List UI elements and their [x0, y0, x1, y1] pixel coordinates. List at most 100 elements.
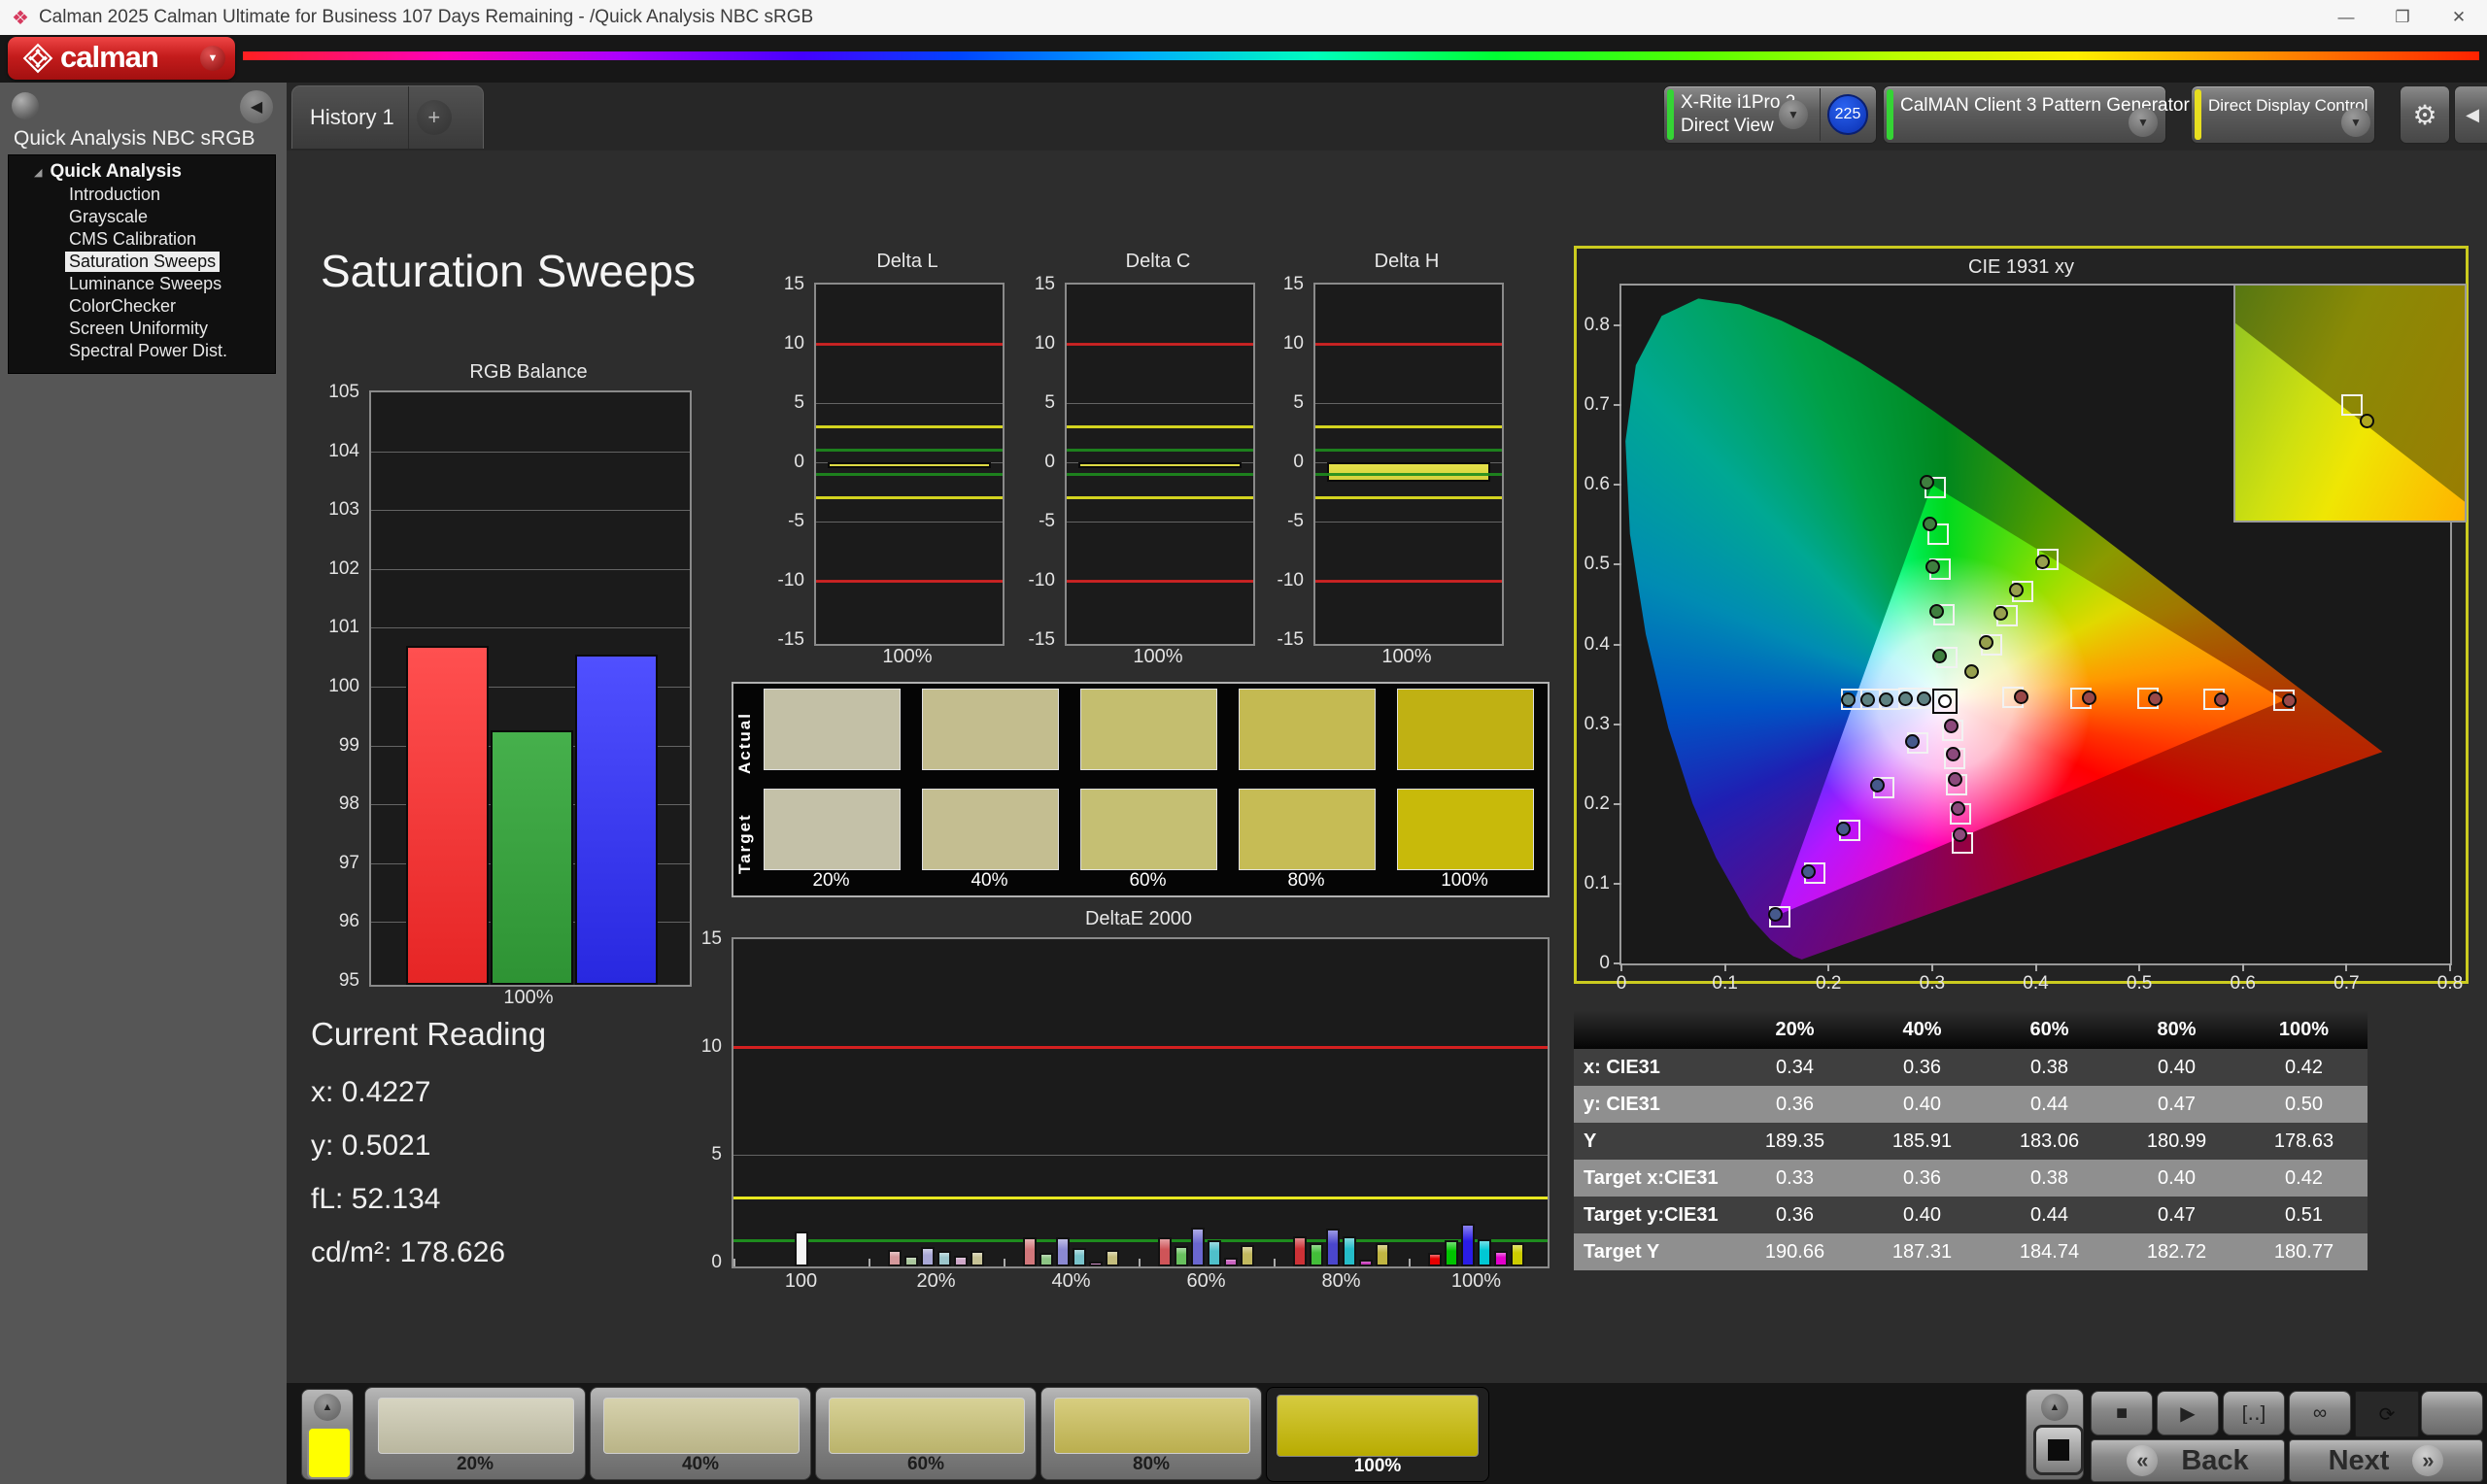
cie-measured-cyan	[1841, 691, 1856, 707]
refresh-button[interactable]: ⟳	[2355, 1391, 2419, 1437]
loop-button[interactable]: ∞	[2289, 1391, 2351, 1435]
sidebar-item-spectral-power-dist-[interactable]: Spectral Power Dist.	[9, 340, 275, 362]
delta_c-ytick-label: 15	[1034, 274, 1055, 294]
pattern-chip-80%	[1054, 1398, 1250, 1454]
table-value-cell: 184.74	[2019, 1240, 2080, 1263]
settings-gear-button[interactable]: ⚙	[2400, 85, 2450, 144]
cie-plot: 0 0.1 0.2 0.3 0.4 0.5 0.6 0.7 0.8 0 0.1 0.2 0.3 0.4 0.…	[1584, 284, 2467, 994]
deltae-bar	[954, 1256, 968, 1266]
sidebar-item-introduction[interactable]: Introduction	[9, 184, 275, 206]
pattern-button-40%[interactable]: 40%	[590, 1387, 811, 1480]
cie-1931-panel[interactable]: CIE 1931 xy 0 0.1 0.2 0.3 0.4 0.5 0.6 0.7 0.8 0 0.…	[1574, 246, 2469, 994]
add-tab-button[interactable]: +	[416, 100, 452, 135]
table-header-cell	[1574, 1010, 1731, 1049]
deltae-bar	[904, 1255, 918, 1266]
close-button[interactable]: ✕	[2431, 0, 2487, 35]
tab-bar: History 1 + X-Rite i1Pro 2 Direct View ▼…	[287, 83, 2487, 151]
meter-dropdown-icon[interactable]: ▼	[1779, 100, 1808, 129]
delta_h-green-limit-line	[1315, 449, 1502, 453]
cie-ytick-label: 0.6	[1584, 474, 1610, 495]
tree-root-label: Quick Analysis	[50, 161, 182, 182]
table-header-cell: 100%	[2278, 1018, 2330, 1040]
rgb-gridline	[371, 568, 690, 570]
cie-xtick	[1827, 963, 1830, 971]
display-control-status-indicator	[2195, 89, 2201, 140]
tab-history-1[interactable]: History 1 +	[291, 85, 484, 149]
restore-button[interactable]: ❐	[2374, 0, 2431, 35]
table-row: x: CIE31 0.34 0.36 0.38 0.40 0.42	[1574, 1049, 2368, 1086]
tree-expander-icon[interactable]: ◢	[34, 166, 42, 179]
swatch-row-label-actual: Actual	[735, 712, 754, 774]
deltae-bar	[1343, 1235, 1356, 1266]
deltae-bar	[971, 1251, 984, 1266]
delta_l-ytick-label: 15	[783, 274, 804, 294]
sidebar-item-colorchecker[interactable]: ColorChecker	[9, 295, 275, 318]
sidebar-item-saturation-sweeps[interactable]: Saturation Sweeps	[9, 251, 275, 273]
deltae-bar	[1208, 1240, 1221, 1266]
cie-measured-cyan	[1860, 691, 1876, 707]
meter-dropdown[interactable]: X-Rite i1Pro 2 Direct View ▼ 225	[1663, 85, 1877, 144]
pattern-button-60%[interactable]: 60%	[815, 1387, 1037, 1480]
rainbow-gradient-bar	[243, 51, 2479, 60]
current-pattern-swatch[interactable]	[307, 1427, 352, 1479]
collapse-right-panel-button[interactable]: ◀	[2454, 85, 2487, 144]
pattern-window-button[interactable]	[2033, 1425, 2084, 1475]
workflow-tree: ◢ Quick Analysis Introduction Grayscale CMS …	[8, 154, 276, 374]
cie-measured-cyan	[1916, 691, 1931, 706]
play-button[interactable]: ▶	[2157, 1391, 2219, 1435]
deltae-bar	[1310, 1242, 1323, 1266]
back-button[interactable]: « Back	[2091, 1439, 2285, 1482]
deltae-group-80%	[1274, 939, 1409, 1266]
sidebar-item-luminance-sweeps[interactable]: Luminance Sweeps	[9, 273, 275, 295]
loop-icon: ∞	[2312, 1401, 2328, 1424]
tree-root-quick-analysis[interactable]: ◢ Quick Analysis	[9, 160, 275, 184]
sidebar-handle-icon[interactable]	[12, 92, 39, 119]
pattern-generator-dropdown-icon[interactable]: ▼	[2129, 108, 2158, 137]
sidebar-item-grayscale[interactable]: Grayscale	[9, 206, 275, 228]
deltae-bar	[1494, 1251, 1508, 1266]
up-arrow-icon: ▲	[322, 1401, 333, 1413]
table-value-cell: 0.40	[2158, 1166, 2196, 1189]
deltae-bar	[1359, 1260, 1373, 1266]
table-row: y: CIE31 0.36 0.40 0.44 0.47 0.50	[1574, 1086, 2368, 1123]
expand-pattern-tray-button[interactable]: ▲	[314, 1394, 341, 1421]
logo-dropdown-icon[interactable]: ▼	[200, 46, 225, 71]
deltae-ytick-label: 10	[700, 1036, 722, 1057]
sidebar-item-label: Grayscale	[69, 207, 149, 226]
sidebar-item-cms-calibration[interactable]: CMS Calibration	[9, 228, 275, 251]
cie-ytick	[1614, 723, 1621, 725]
sidebar-item-label: Luminance Sweeps	[69, 274, 222, 293]
cie-ytick-label: 0.7	[1584, 394, 1610, 416]
expand-transport-button[interactable]: ▲	[2041, 1394, 2068, 1421]
meter-reading-badge[interactable]: 225	[1827, 94, 1868, 135]
range-button[interactable]: [‥]	[2223, 1391, 2285, 1435]
sidebar-item-screen-uniformity[interactable]: Screen Uniformity	[9, 318, 275, 340]
rgb-ytick-label: 97	[338, 852, 359, 873]
stop-button[interactable]: ■	[2091, 1391, 2153, 1435]
table-value-cell: 0.44	[2030, 1093, 2068, 1115]
table-value-cell: 187.31	[1891, 1240, 1953, 1263]
deltae-bar	[1478, 1239, 1491, 1266]
display-control-dropdown-icon[interactable]: ▼	[2341, 108, 2370, 137]
next-button[interactable]: Next »	[2289, 1439, 2483, 1482]
swatch-column-label: 100%	[1441, 870, 1488, 891]
cie-measured-cyan	[1897, 691, 1913, 706]
pattern-button-20%[interactable]: 20%	[364, 1387, 586, 1480]
delta_h-ytick-label: -5	[1287, 511, 1304, 531]
pattern-button-80%[interactable]: 80%	[1040, 1387, 1262, 1480]
display-control-dropdown[interactable]: Direct Display Control ▼	[2191, 85, 2375, 144]
cie-xtick	[2345, 963, 2348, 971]
minimize-button[interactable]: —	[2318, 0, 2374, 35]
current-reading-cdm2: cd/m²: 178.626	[311, 1236, 506, 1268]
pattern-generator-dropdown[interactable]: CalMAN Client 3 Pattern Generator ▼	[1883, 85, 2190, 144]
pattern-button-100%[interactable]: 100%	[1266, 1387, 1489, 1482]
deltae-bar	[888, 1250, 902, 1266]
collapse-sidebar-button[interactable]: ◀	[240, 90, 273, 123]
cie-measured-magenta	[1945, 746, 1960, 761]
blank-button[interactable]	[2421, 1391, 2483, 1435]
table-value-cell: 0.33	[1776, 1166, 1814, 1189]
calman-menu-button[interactable]: calman ▼	[8, 37, 235, 80]
current-reading-y: y: 0.5021	[311, 1130, 431, 1162]
deltae-bar	[1326, 1229, 1340, 1266]
pattern-chip-20%	[378, 1398, 574, 1454]
